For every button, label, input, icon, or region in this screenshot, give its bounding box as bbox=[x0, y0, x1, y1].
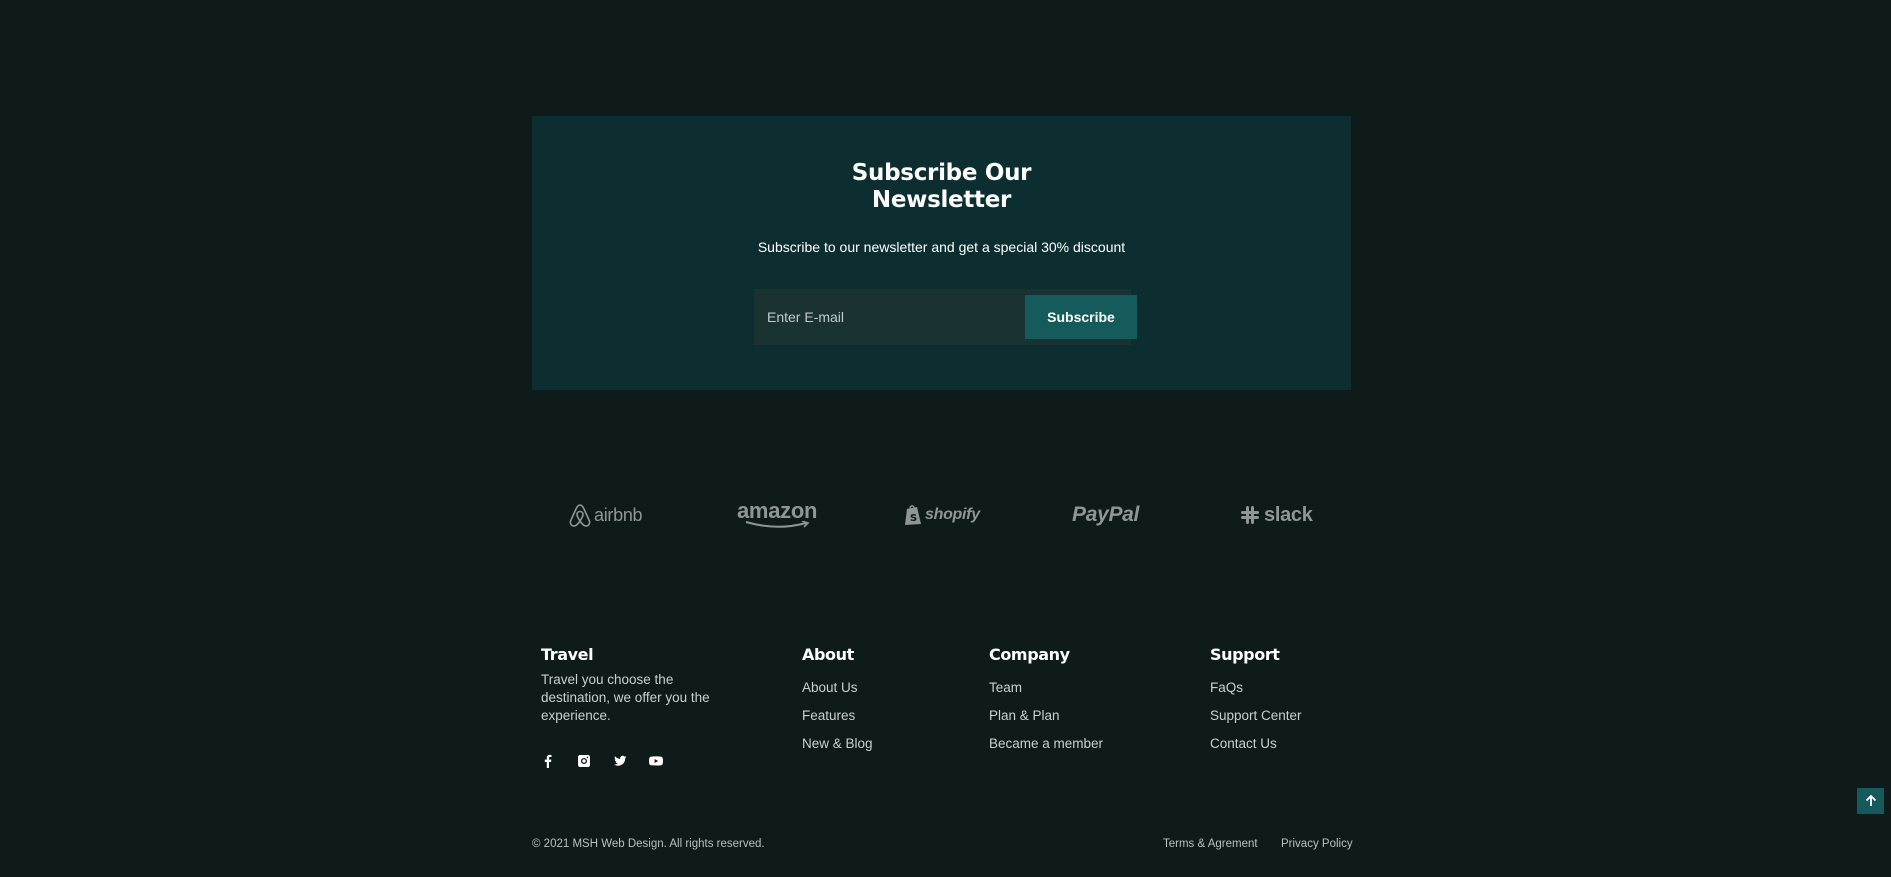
footer-about-links: About Us Features New & Blog bbox=[802, 679, 873, 763]
arrow-up-icon bbox=[1865, 795, 1876, 806]
terms-link[interactable]: Terms & Agrement bbox=[1163, 838, 1258, 850]
footer-company: Company Team Plan & Plan Became a member bbox=[989, 645, 1103, 763]
brand-name: slack bbox=[1264, 503, 1313, 526]
newsletter-title-line1: Subscribe Our bbox=[851, 160, 1032, 186]
footer-travel-title: Travel bbox=[541, 645, 594, 664]
footer-company-title: Company bbox=[989, 645, 1070, 664]
list-item: Features bbox=[802, 707, 873, 735]
footer-support-title: Support bbox=[1210, 645, 1280, 664]
shopify-logo: S shopify bbox=[904, 495, 980, 535]
newsletter-title: Subscribe Our Newsletter bbox=[532, 160, 1351, 214]
newsletter-subtitle: Subscribe to our newsletter and get a sp… bbox=[757, 239, 1126, 255]
list-item: FaQs bbox=[1210, 679, 1302, 707]
svg-text:S: S bbox=[910, 513, 917, 524]
amazon-logo: amazon bbox=[737, 495, 817, 535]
privacy-link[interactable]: Privacy Policy bbox=[1281, 838, 1353, 850]
airbnb-logo: airbnb bbox=[569, 495, 643, 535]
copyright-text: © 2021 MSH Web Design. All rights reserv… bbox=[532, 838, 765, 850]
footer-about-title: About bbox=[802, 645, 854, 664]
list-item: Team bbox=[989, 679, 1103, 707]
footer-link-support-center[interactable]: Support Center bbox=[1210, 708, 1302, 723]
airbnb-icon bbox=[569, 504, 591, 527]
social-links bbox=[541, 751, 731, 771]
footer-link-member[interactable]: Became a member bbox=[989, 736, 1103, 751]
newsletter-form: Subscribe bbox=[754, 289, 1137, 345]
footer-travel-description: Travel you choose the destination, we of… bbox=[541, 672, 710, 723]
newsletter-title-line2: Newsletter bbox=[871, 187, 1012, 213]
email-input[interactable] bbox=[754, 289, 1014, 345]
footer-link-plan[interactable]: Plan & Plan bbox=[989, 708, 1060, 723]
brand-logos: airbnb amazon S shopify PayPal slack bbox=[532, 495, 1351, 535]
scroll-to-top-button[interactable] bbox=[1857, 788, 1884, 814]
list-item: Support Center bbox=[1210, 707, 1302, 735]
list-item: Plan & Plan bbox=[989, 707, 1103, 735]
youtube-icon[interactable] bbox=[649, 751, 685, 771]
slack-hash-icon bbox=[1241, 506, 1259, 524]
footer-link-features[interactable]: Features bbox=[802, 708, 855, 723]
facebook-icon[interactable] bbox=[541, 751, 577, 771]
footer-link-contact[interactable]: Contact Us bbox=[1210, 736, 1277, 751]
footer-company-links: Team Plan & Plan Became a member bbox=[989, 679, 1103, 763]
footer-link-team[interactable]: Team bbox=[989, 680, 1022, 695]
footer-link-news-blog[interactable]: New & Blog bbox=[802, 736, 873, 751]
brand-name: shopify bbox=[925, 506, 980, 523]
list-item: About Us bbox=[802, 679, 873, 707]
footer-link-faqs[interactable]: FaQs bbox=[1210, 680, 1243, 695]
paypal-logo: PayPal bbox=[1072, 495, 1139, 535]
amazon-smile-icon bbox=[745, 521, 810, 528]
newsletter-section: Subscribe Our Newsletter Subscribe to ou… bbox=[532, 116, 1351, 390]
instagram-icon[interactable] bbox=[577, 751, 613, 771]
subscribe-button[interactable]: Subscribe bbox=[1025, 295, 1137, 339]
slack-logo: slack bbox=[1240, 495, 1313, 535]
brand-name: amazon bbox=[737, 498, 818, 523]
footer-support: Support FaQs Support Center Contact Us bbox=[1210, 645, 1302, 763]
list-item: Contact Us bbox=[1210, 735, 1302, 763]
twitter-icon[interactable] bbox=[613, 751, 649, 771]
footer-link-about-us[interactable]: About Us bbox=[802, 680, 858, 695]
list-item: Became a member bbox=[989, 735, 1103, 763]
brand-name: airbnb bbox=[594, 504, 643, 525]
brand-name: PayPal bbox=[1072, 503, 1140, 526]
list-item: New & Blog bbox=[802, 735, 873, 763]
shopify-bag-icon: S bbox=[905, 505, 921, 525]
footer-support-links: FaQs Support Center Contact Us bbox=[1210, 679, 1302, 763]
footer-about: About About Us Features New & Blog bbox=[802, 645, 873, 763]
footer-travel: Travel Travel you choose the destination… bbox=[541, 645, 731, 771]
